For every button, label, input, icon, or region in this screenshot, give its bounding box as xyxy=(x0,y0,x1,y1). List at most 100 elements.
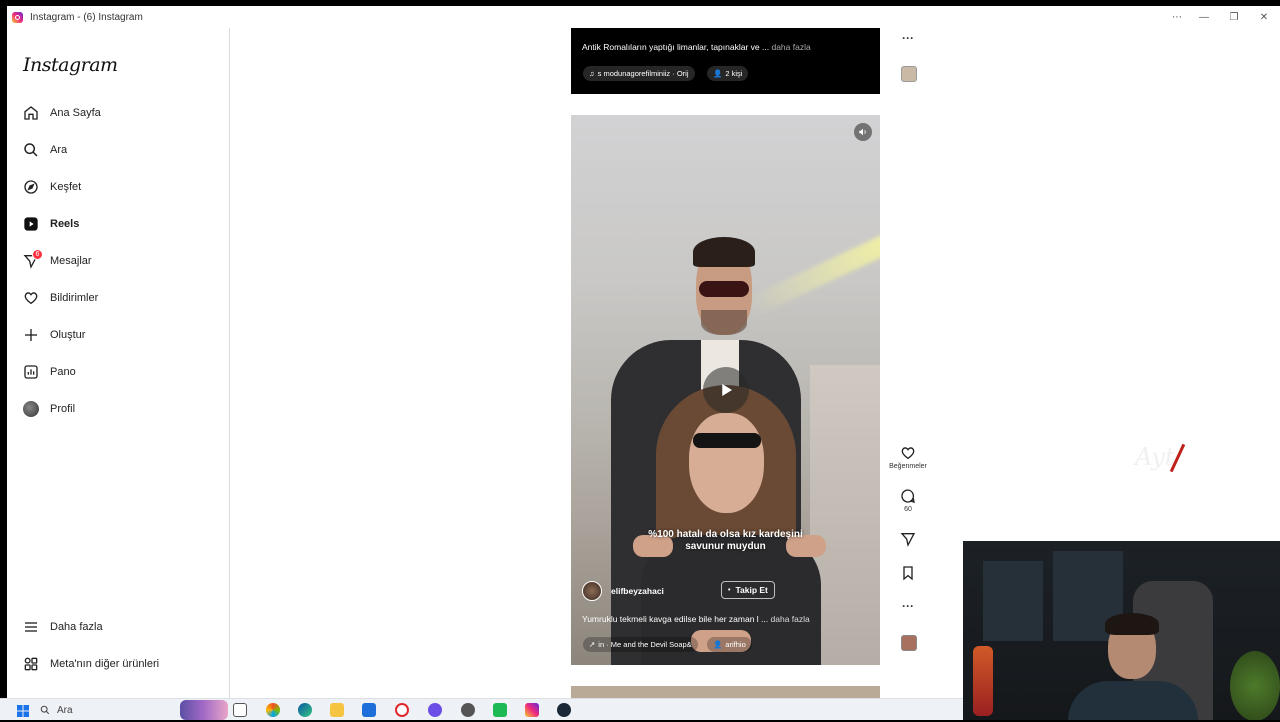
audio-label: s modunagorefilminiiz · Orij xyxy=(597,69,689,78)
nav-label: Reels xyxy=(50,218,80,230)
volume-icon[interactable] xyxy=(854,123,872,141)
audio-thumbnail[interactable] xyxy=(901,66,917,82)
tagged-user-chip[interactable]: 👤 arifhio xyxy=(707,637,752,652)
window-menu-button[interactable]: ⋯ xyxy=(1162,6,1192,28)
like-button[interactable]: Beğenmeler xyxy=(887,445,929,470)
nav-label: Ana Sayfa xyxy=(50,107,101,119)
webcam-overlay xyxy=(963,541,1280,720)
heart-icon xyxy=(21,288,41,308)
taskbar-search[interactable]: Ara xyxy=(40,702,180,718)
more-link[interactable]: daha fazla xyxy=(771,42,810,52)
opera-icon[interactable] xyxy=(395,703,409,717)
window-title: Instagram - (6) Instagram xyxy=(30,11,143,23)
watermark-logo: Ayt xyxy=(1135,443,1175,471)
tagged-people-label: 2 kişi xyxy=(725,69,743,78)
video-overlay-text: %100 hatalı da olsa kız kardeşini savunu… xyxy=(571,529,880,553)
copilot-icon[interactable] xyxy=(266,703,280,717)
plant xyxy=(1230,651,1280,720)
tagged-user-label: arifhio xyxy=(725,640,746,649)
nav-label: Daha fazla xyxy=(50,621,103,633)
share-button[interactable] xyxy=(887,531,929,547)
follow-label: Takip Et xyxy=(735,585,768,595)
nav-home[interactable]: Ana Sayfa xyxy=(21,99,221,127)
nav-search[interactable]: Ara xyxy=(21,136,221,164)
more-options-button[interactable]: ··· xyxy=(887,31,929,45)
mail-icon[interactable] xyxy=(362,703,376,717)
person-shoulders xyxy=(1068,681,1198,720)
instagram-logo[interactable]: Instagram xyxy=(23,54,118,76)
close-button[interactable]: ✕ xyxy=(1249,6,1279,28)
nav-create[interactable]: Oluştur xyxy=(21,321,221,349)
bookmark-icon xyxy=(903,566,913,581)
nav-meta-products[interactable]: Meta'nın diğer ürünleri xyxy=(21,650,221,678)
instagram-app-icon xyxy=(12,11,23,23)
file-explorer-icon[interactable] xyxy=(330,703,344,717)
audio-arrow-icon: ↗ xyxy=(589,640,596,649)
messenger-icon: 6 xyxy=(21,249,43,271)
nav-messages[interactable]: 6 Mesajlar xyxy=(21,247,221,275)
author-username[interactable]: elifbeyzahaci xyxy=(611,586,664,596)
apps-grid-icon xyxy=(21,654,41,674)
person-icon: 👤 xyxy=(713,69,723,78)
comment-button[interactable]: 60 xyxy=(887,488,929,513)
nav-profile[interactable]: Profil xyxy=(21,395,221,423)
overlay-line: savunur muydun xyxy=(685,541,766,552)
play-button[interactable] xyxy=(703,367,749,413)
save-button[interactable] xyxy=(887,565,929,581)
send-icon xyxy=(900,533,916,547)
steam-icon[interactable] xyxy=(557,703,571,717)
audio-chip[interactable]: ↗ in · Me and the Devil Soap& xyxy=(583,637,698,652)
instagram-taskbar-icon[interactable] xyxy=(525,703,539,717)
audio-chip[interactable]: ♫ s modunagorefilminiiz · Orij xyxy=(583,66,695,81)
taskbar: Ara xyxy=(0,698,963,720)
sidebar: Instagram Ana Sayfa Ara Keşfet Reels 6 M… xyxy=(7,28,230,698)
nav-reels[interactable]: Reels xyxy=(21,210,221,238)
nav-label: Oluştur xyxy=(50,329,86,341)
compass-icon xyxy=(21,177,41,197)
search-icon xyxy=(40,705,50,715)
overlay-line: %100 hatalı da olsa kız kardeşini xyxy=(648,529,803,540)
avatar xyxy=(21,399,41,419)
likes-label: Beğenmeler xyxy=(889,463,927,470)
author-avatar[interactable] xyxy=(582,581,602,601)
follow-button[interactable]: • Takip Et xyxy=(721,581,775,599)
more-link[interactable]: daha fazla xyxy=(771,614,810,624)
heart-icon xyxy=(901,447,915,460)
reel-video[interactable]: %100 hatalı da olsa kız kardeşini savunu… xyxy=(571,115,880,665)
nav-label: Meta'nın diğer ürünleri xyxy=(50,658,160,670)
app-icon[interactable] xyxy=(493,703,507,717)
reel-caption: Yumruklu tekmeli kavga edilse bile her z… xyxy=(582,614,810,624)
dot-separator: • xyxy=(728,586,731,594)
previous-post[interactable]: Antik Romalıların yaptığı limanlar, tapı… xyxy=(571,28,880,94)
windows-start-icon[interactable] xyxy=(17,704,29,722)
edge-icon[interactable] xyxy=(298,703,312,717)
audio-thumbnail[interactable] xyxy=(901,635,917,651)
comments-count: 60 xyxy=(904,506,912,513)
next-post-preview[interactable] xyxy=(571,686,880,698)
settings-gear-icon[interactable] xyxy=(461,703,475,717)
message-count-badge: 6 xyxy=(32,249,43,260)
nav-more[interactable]: Daha fazla xyxy=(21,613,221,641)
messenger-app-icon[interactable] xyxy=(428,703,442,717)
task-view-icon[interactable] xyxy=(233,703,247,717)
caption-text: Antik Romalıların yaptığı limanlar, tapı… xyxy=(582,42,770,52)
nav-label: Pano xyxy=(50,366,76,378)
nav-label: Mesajlar xyxy=(50,255,92,267)
tagged-people-chip[interactable]: 👤 2 kişi xyxy=(707,66,749,81)
nav-label: Ara xyxy=(50,144,68,156)
widgets-icon[interactable] xyxy=(180,700,228,720)
more-options-button[interactable]: ··· xyxy=(887,599,929,613)
nav-notifications[interactable]: Bildirimler xyxy=(21,284,221,312)
minimize-button[interactable]: — xyxy=(1189,6,1219,28)
post-caption: Antik Romalıların yaptığı limanlar, tapı… xyxy=(582,42,811,52)
person-icon: 👤 xyxy=(713,640,723,649)
reel-author[interactable]: elifbeyzahaci xyxy=(582,581,664,601)
maximize-button[interactable]: ❐ xyxy=(1219,6,1249,28)
nav-explore[interactable]: Keşfet xyxy=(21,173,221,201)
reels-icon xyxy=(21,214,41,234)
home-icon xyxy=(21,103,41,123)
plus-icon xyxy=(21,325,41,345)
nav-dashboard[interactable]: Pano xyxy=(21,358,221,386)
nav-label: Keşfet xyxy=(50,181,82,193)
nav-label: Profil xyxy=(50,403,76,415)
